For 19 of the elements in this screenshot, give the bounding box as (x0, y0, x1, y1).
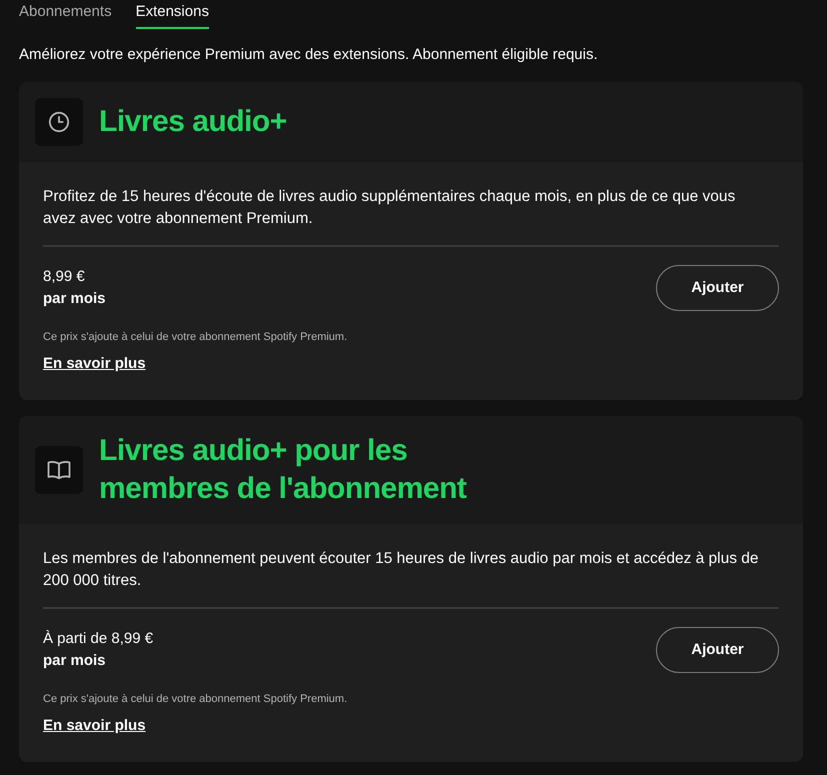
intro-text: Améliorez votre expérience Premium avec des extensions. Abonnement éligible requis. (19, 45, 599, 65)
addon-description: Profitez de 15 heures d'écoute de livres audio supplémentaires chaque mois, en plus de ce que vous avez avec votre abonnement Premium. (43, 187, 736, 229)
price-text: À parti de 8,99 € (43, 629, 154, 649)
addon-description: Les membres de l'abonnement peuvent écouter 15 heures de livres audio par mois et accédez à plus de 200 000 titres. (43, 549, 760, 591)
learn-more-link[interactable]: En savoir plus (43, 715, 146, 737)
clock-icon (48, 111, 70, 133)
tab[interactable]: Extensions (136, 0, 209, 29)
book-icon (47, 460, 71, 480)
price-note: Ce prix s'ajoute à celui de votre abonnement Spotify Premium. (43, 692, 348, 707)
add-button[interactable]: Ajouter (656, 265, 779, 311)
tab[interactable]: Abonnements (19, 0, 112, 29)
price-note: Ce prix s'ajoute à celui de votre abonnement Spotify Premium. (43, 330, 348, 345)
price-text: 8,99 € (43, 267, 86, 287)
add-button[interactable]: Ajouter (656, 627, 779, 673)
period-text: par mois (43, 289, 106, 309)
addon-title: Livres audio+ (99, 104, 288, 140)
period-text: par mois (43, 651, 107, 671)
addon-title: Livres audio+ pour les membres de l'abonnement (99, 433, 468, 507)
learn-more-link[interactable]: En savoir plus (43, 353, 146, 375)
